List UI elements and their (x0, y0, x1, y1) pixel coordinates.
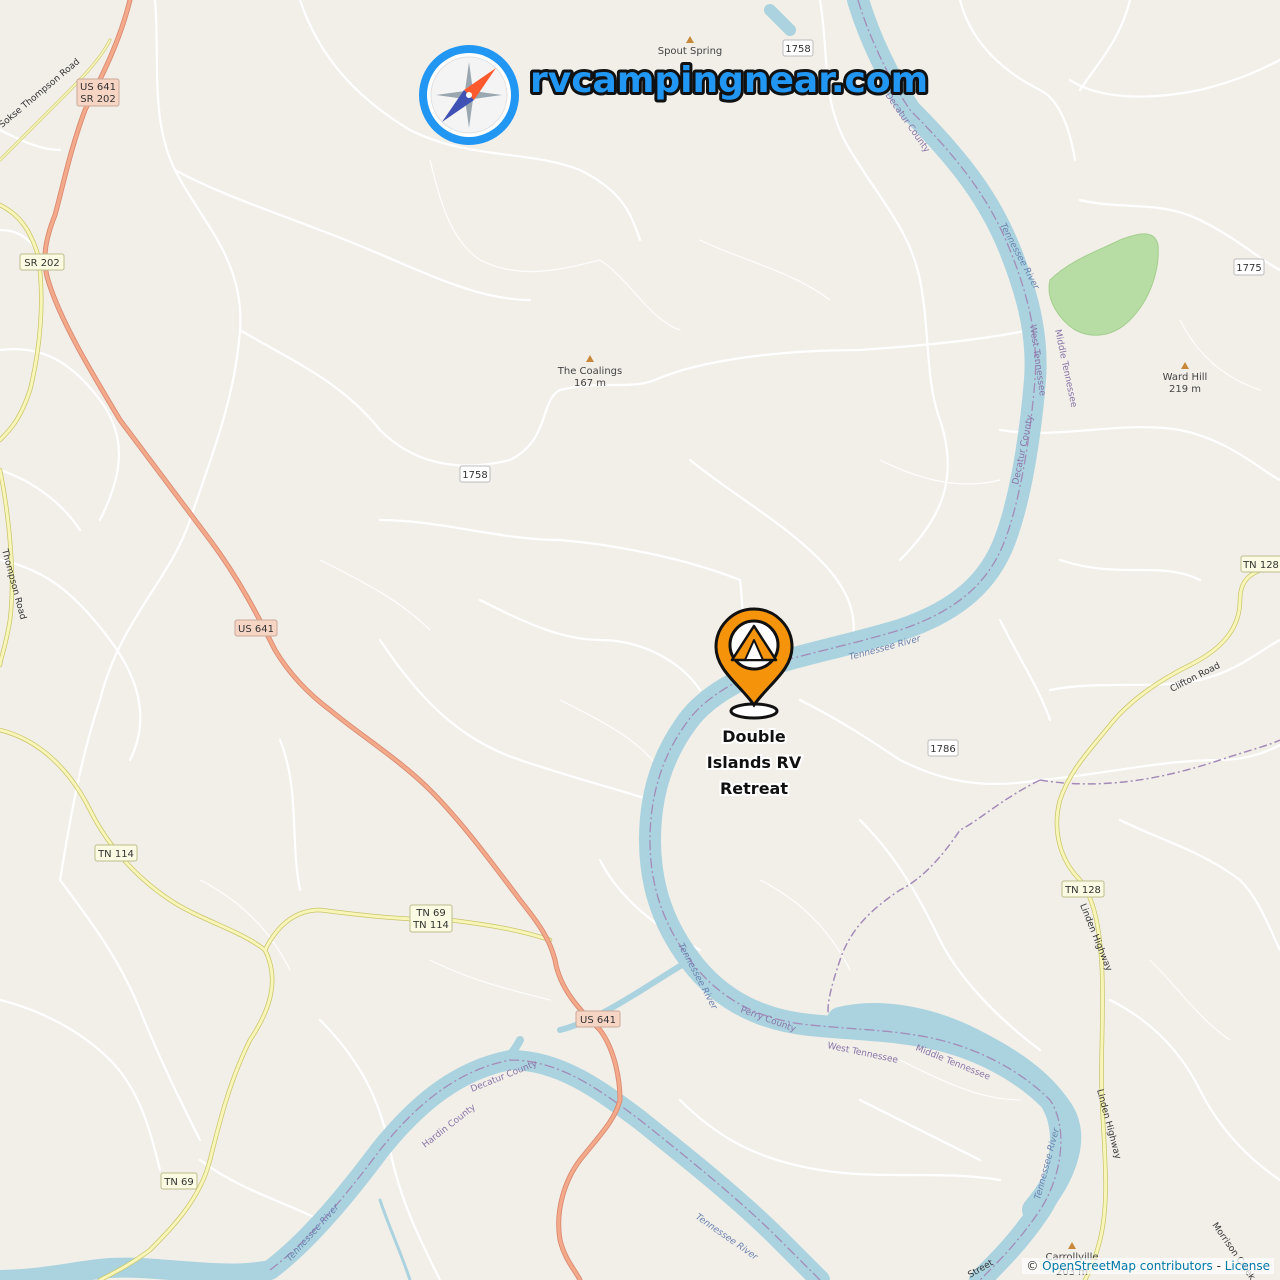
shield-tn114: TN 114 (94, 844, 138, 862)
poi-label-line-3: Retreat (720, 779, 788, 798)
poi-label-line-1: Double (722, 727, 786, 746)
brand-name-fill: rvcampingnear.com (530, 60, 928, 101)
attribution-prefix: © (1026, 1259, 1039, 1273)
shield-sr202: SR 202 (19, 253, 65, 271)
shield-us641-mid: US 641 (234, 619, 278, 637)
svg-text:1786: 1786 (930, 744, 955, 755)
place-ward-hill-elevation: 219 m (1169, 384, 1201, 395)
shield-us641-bottom: US 641 (575, 1010, 621, 1028)
shield-1786: 1786 (927, 739, 959, 757)
svg-text:1758: 1758 (462, 470, 487, 481)
svg-text:1775: 1775 (1236, 263, 1261, 274)
svg-text:US 641: US 641 (80, 82, 116, 93)
place-the-coalings-elevation: 167 m (574, 378, 606, 389)
svg-text:TN 114: TN 114 (97, 849, 134, 860)
svg-text:TN 69: TN 69 (415, 908, 446, 919)
place-ward-hill: Ward Hill (1163, 372, 1208, 383)
svg-text:SR 202: SR 202 (24, 258, 60, 269)
shield-us641-sr202: US 641 SR 202 (76, 78, 120, 107)
svg-text:SR 202: SR 202 (80, 94, 116, 105)
place-spout-spring: Spout Spring (658, 46, 723, 57)
svg-text:TN 128: TN 128 (1242, 560, 1279, 571)
shield-1758-top: 1758 (782, 39, 814, 57)
place-the-coalings: The Coalings (557, 366, 622, 377)
osm-attribution-link[interactable]: OpenStreetMap contributors (1042, 1259, 1213, 1273)
svg-text:TN 128: TN 128 (1064, 885, 1101, 896)
compass-icon (419, 45, 519, 145)
shield-1758: 1758 (459, 465, 491, 483)
land-background (0, 0, 1280, 1280)
map-attribution: © OpenStreetMap contributors - License (1022, 1258, 1274, 1274)
shield-tn128: TN 128 (1061, 880, 1105, 898)
shield-tn128-top: TN 128 (1240, 555, 1280, 573)
poi-label-line-2: Islands RV (707, 753, 802, 772)
shield-tn69: TN 69 (160, 1172, 198, 1190)
attribution-separator: - (1212, 1259, 1225, 1273)
shield-tn69-tn114: TN 69 TN 114 (409, 904, 453, 933)
svg-text:TN 69: TN 69 (163, 1177, 194, 1188)
svg-text:US 641: US 641 (238, 624, 274, 635)
svg-text:US 641: US 641 (580, 1015, 616, 1026)
svg-text:1758: 1758 (785, 44, 810, 55)
shield-1775: 1775 (1233, 258, 1265, 276)
license-link[interactable]: License (1225, 1259, 1270, 1273)
map-canvas[interactable]: The Coalings 167 m Ward Hill 219 m Spout… (0, 0, 1280, 1280)
svg-text:TN 114: TN 114 (412, 920, 449, 931)
